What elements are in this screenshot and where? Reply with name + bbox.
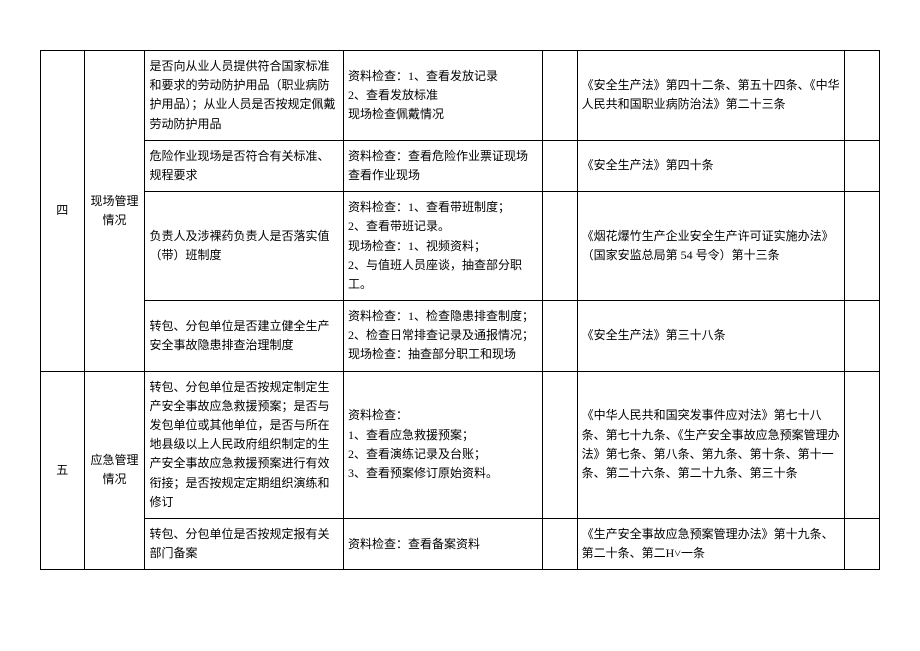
inspection-method: 资料检查：查看危险作业票证现场查看作业现场 bbox=[344, 140, 543, 191]
spacer-cell bbox=[542, 140, 577, 191]
trailing-cell bbox=[844, 51, 879, 141]
legal-basis: 《安全生产法》第四十二条、第五十四条、《中华人民共和国职业病防治法》第二十三条 bbox=[577, 51, 844, 141]
spacer-cell bbox=[542, 301, 577, 372]
spacer-cell bbox=[542, 51, 577, 141]
trailing-cell bbox=[844, 301, 879, 372]
section-index: 四 bbox=[41, 51, 85, 372]
inspection-item: 是否向从业人员提供符合国家标准和要求的劳动防护用品（职业病防护用品）；从业人员是… bbox=[145, 51, 344, 141]
inspection-item: 转包、分包单位是否按规定报有关部门备案 bbox=[145, 518, 344, 569]
inspection-method: 资料检查：查看备案资料 bbox=[344, 518, 543, 569]
section-category: 现场管理情况 bbox=[84, 51, 145, 372]
inspection-table: 四现场管理情况是否向从业人员提供符合国家标准和要求的劳动防护用品（职业病防护用品… bbox=[40, 50, 880, 570]
inspection-item: 转包、分包单位是否按规定制定生产安全事故应急救援预案；是否与发包单位或其他单位，… bbox=[145, 371, 344, 518]
inspection-method: 资料检查：1、检查隐患排查制度；2、检查日常排查记录及通报情况；现场检查：抽查部… bbox=[344, 301, 543, 372]
trailing-cell bbox=[844, 192, 879, 301]
trailing-cell bbox=[844, 140, 879, 191]
table-row: 负责人及涉裸药负责人是否落实值（带）班制度资料检查：1、查看带班制度；2、查看带… bbox=[41, 192, 880, 301]
legal-basis: 《生产安全事故应急预案管理办法》第十九条、第二十条、第二H˅一条 bbox=[577, 518, 844, 569]
trailing-cell bbox=[844, 371, 879, 518]
section-index: 五 bbox=[41, 371, 85, 570]
table-row: 危险作业现场是否符合有关标准、规程要求资料检查：查看危险作业票证现场查看作业现场… bbox=[41, 140, 880, 191]
trailing-cell bbox=[844, 518, 879, 569]
table-row: 转包、分包单位是否按规定报有关部门备案资料检查：查看备案资料《生产安全事故应急预… bbox=[41, 518, 880, 569]
table-row: 转包、分包单位是否建立健全生产安全事故隐患排查治理制度资料检查：1、检查隐患排查… bbox=[41, 301, 880, 372]
inspection-method: 资料检查：1、查看应急救援预案；2、查看演练记录及台账；3、查看预案修订原始资料… bbox=[344, 371, 543, 518]
spacer-cell bbox=[542, 371, 577, 518]
legal-basis: 《烟花爆竹生产企业安全生产许可证实施办法》（国家安监总局第 54 号令）第十三条 bbox=[577, 192, 844, 301]
inspection-item: 危险作业现场是否符合有关标准、规程要求 bbox=[145, 140, 344, 191]
table-row: 四现场管理情况是否向从业人员提供符合国家标准和要求的劳动防护用品（职业病防护用品… bbox=[41, 51, 880, 141]
inspection-item: 负责人及涉裸药负责人是否落实值（带）班制度 bbox=[145, 192, 344, 301]
inspection-method: 资料检查：1、查看带班制度；2、查看带班记录。现场检查：1、视频资料；2、与值班… bbox=[344, 192, 543, 301]
legal-basis: 《中华人民共和国突发事件应对法》第七十八条、第七十九条、《生产安全事故应急预案管… bbox=[577, 371, 844, 518]
inspection-item: 转包、分包单位是否建立健全生产安全事故隐患排查治理制度 bbox=[145, 301, 344, 372]
spacer-cell bbox=[542, 518, 577, 569]
legal-basis: 《安全生产法》第三十八条 bbox=[577, 301, 844, 372]
table-row: 五应急管理情况转包、分包单位是否按规定制定生产安全事故应急救援预案；是否与发包单… bbox=[41, 371, 880, 518]
section-category: 应急管理情况 bbox=[84, 371, 145, 570]
inspection-method: 资料检查：1、查看发放记录2、查看发放标准现场检查佩戴情况 bbox=[344, 51, 543, 141]
spacer-cell bbox=[542, 192, 577, 301]
legal-basis: 《安全生产法》第四十条 bbox=[577, 140, 844, 191]
